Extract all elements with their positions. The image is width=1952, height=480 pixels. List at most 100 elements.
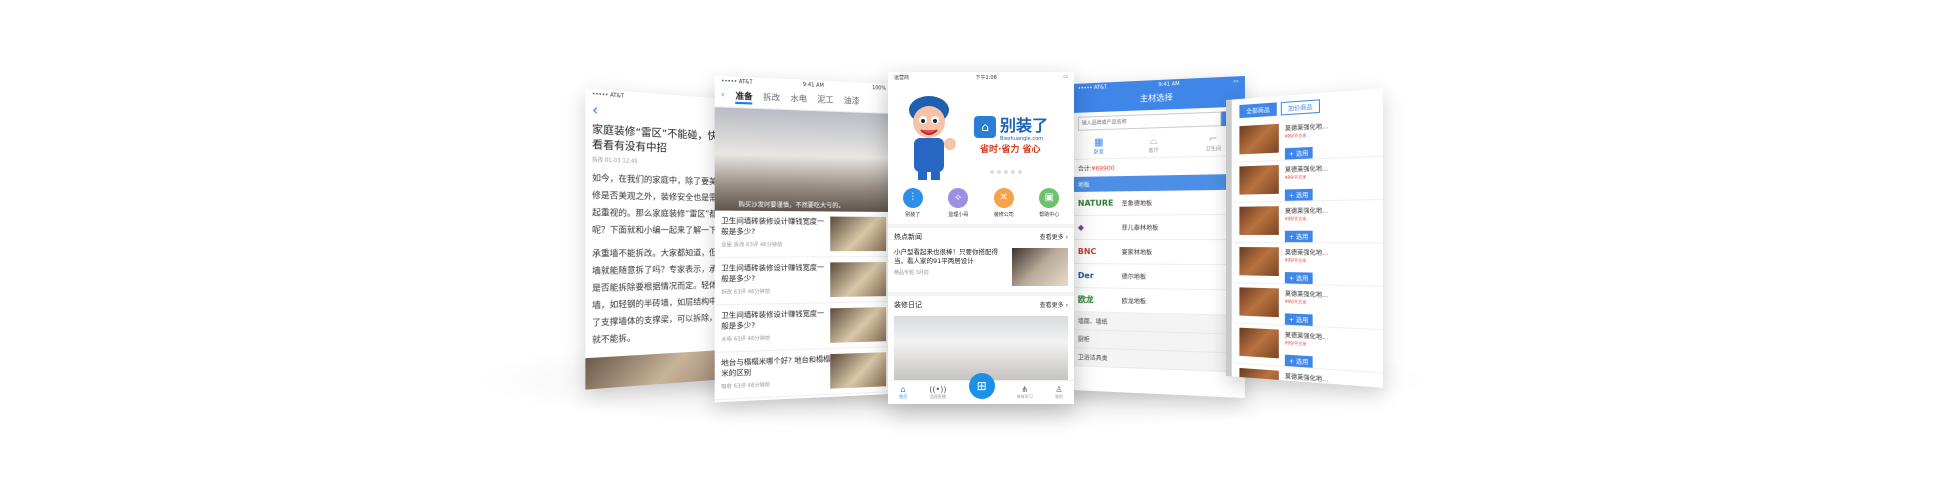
list-item[interactable]: 卫生间墙砖装修设计赚钱宽度一般是多少? 拆改 63评 46分钟前 (714, 257, 892, 306)
nav-live[interactable]: ((•)) 监理直播 (929, 385, 946, 400)
product-price: ¥99/平方米 (1284, 216, 1307, 222)
tools-icon: ✕ (993, 188, 1014, 208)
product-image (1239, 123, 1279, 155)
product-price: ¥99/平方米 (1284, 340, 1307, 347)
select-product-button[interactable]: + 选用 (1284, 146, 1313, 160)
brand-row[interactable]: Der 德尔地板 (1072, 264, 1245, 291)
carousel-dots (990, 170, 1022, 174)
quick-actions: ⫶ 别装了 ⟡ 监理小哥 ✕ 装修公司 ▣ 帮助中心 (888, 182, 1074, 228)
product-item[interactable]: 莫德莱强化地...¥99/平方米+ 选用 (1233, 283, 1383, 331)
view-more-link[interactable]: 查看更多 › (1040, 300, 1068, 310)
article-title: 卫生间墙砖装修设计赚钱宽度一般是多少? (721, 309, 825, 331)
tab-bedroom[interactable]: ▦ 卧室 (1094, 137, 1104, 155)
select-product-button[interactable]: + 选用 (1284, 354, 1313, 368)
tab-demolition[interactable]: 拆改 (763, 91, 780, 105)
search-input[interactable] (1077, 111, 1222, 131)
product-name: 莫德莱强化地... (1284, 165, 1329, 175)
section-title: 装修日记 (894, 301, 922, 309)
chevron-right-icon: › (1065, 302, 1068, 309)
tab-prepare[interactable]: 准备 (735, 90, 753, 105)
diary-image[interactable] (894, 316, 1068, 380)
bottom-nav: ⌂ 首页 ((•)) 监理直播 ⊞ ⋔ 装修学习 ♙ 我的 (888, 372, 1074, 404)
room-label: 卫生间 (1205, 146, 1222, 153)
quick-action-company[interactable]: ✕ 装修公司 (993, 188, 1014, 218)
home-banner[interactable]: ⌂ 别装了 Biezhuangle.com 省时·省力 省心 (888, 82, 1074, 182)
app-showcase: ••••• AT&T ‹ 家庭装修“雷区”不能碰，快来看看有没有中招 拆改 01… (0, 0, 1952, 480)
view-more-link[interactable]: 查看更多 › (1040, 232, 1068, 242)
product-name: 莫德莱强化地... (1284, 207, 1329, 216)
brand-row[interactable]: ◆ 菲儿泰林地板 (1072, 214, 1245, 241)
room-label: 客厅 (1148, 147, 1159, 155)
hero-banner[interactable]: 购买沙发时要谨慎，不然要吃大亏的。 (714, 107, 892, 212)
brand-row[interactable]: NATURE 圣象德地板 (1072, 189, 1245, 216)
grid-icon[interactable]: ⊞ (968, 372, 995, 399)
panel-edge (1226, 99, 1232, 377)
nav-profile[interactable]: ♙ 我的 (1055, 385, 1063, 400)
nav-label: 我的 (1054, 394, 1063, 399)
select-product-button[interactable]: + 选用 (1284, 272, 1313, 285)
list-item[interactable]: 卫生间墙砖装修设计赚钱宽度一般是多少? 全屋 拆改 63评 46分钟前 (714, 210, 892, 258)
list-item[interactable]: 卫生间墙砖装修设计赚钱宽度一般是多少? 水电 63评 46分钟前 (714, 302, 892, 353)
hot-news-header: 热点新闻 查看更多 › (888, 228, 1074, 246)
compass-icon: ⟡ (948, 188, 969, 208)
brand-row[interactable]: BNC 宴家林地板 (1072, 240, 1245, 266)
article-thumbnail (830, 352, 887, 389)
total-value: ¥69900 (1091, 165, 1115, 173)
quick-action-help[interactable]: ▣ 帮助中心 (1039, 188, 1059, 218)
back-chevron-icon[interactable]: ‹ (721, 90, 724, 104)
battery-label: 100% (872, 85, 887, 92)
news-title: 小户型看起来也很棒！只要你搭配得当，看人家的91平两居设计 (894, 248, 998, 265)
nav-learn[interactable]: ⋔ 装修学习 (1017, 385, 1033, 400)
quick-action-label: 监理小哥 (948, 212, 969, 218)
article-meta: 拆改 63评 46分钟前 (721, 288, 771, 296)
product-item[interactable]: 莫德莱强化地...¥99/平方米 + 选用 (1233, 200, 1383, 244)
tab-all-products[interactable]: 全部商品 (1239, 102, 1277, 119)
tab-painting[interactable]: 油漆 (844, 95, 860, 109)
brand-name: 别装了 (1000, 116, 1049, 135)
faucet-icon: ⌐ (1208, 133, 1218, 146)
product-item[interactable]: 莫德莱强化地...¥99/平方米+ 选用 (1233, 113, 1383, 163)
article-thumbnail (830, 216, 887, 252)
diary-header: 装修日记 查看更多 › (888, 296, 1074, 314)
select-product-button[interactable]: + 选用 (1284, 188, 1313, 201)
tab-extra-products[interactable]: 加价商品 (1280, 99, 1320, 116)
list-item[interactable]: 地台与榻榻米哪个好? 地台和榻榻米的区别吸收 63评 46分钟前 (714, 347, 892, 401)
search-bar: ⌕ (1077, 110, 1239, 131)
brand-logo: ⌂ 别装了 Biezhuangle.com (974, 112, 1048, 142)
article-thumbnail (830, 262, 887, 298)
product-image (1239, 327, 1279, 359)
tab-plumbing[interactable]: 水电 (790, 93, 807, 107)
product-name: 莫德莱强化地... (1284, 249, 1329, 257)
status-time: 9:41 AM (802, 81, 824, 89)
tab-masonry[interactable]: 泥工 (817, 94, 833, 108)
product-item[interactable]: 莫德莱强化地...¥99/平方米 + 选用 (1233, 243, 1383, 287)
product-image (1239, 206, 1279, 235)
tab-bathroom[interactable]: ⌐ 卫生间 (1205, 134, 1221, 153)
brand-logo: 欧龙 (1077, 295, 1094, 305)
quick-action-label: 装修公司 (993, 212, 1014, 218)
news-meta: 精品专题 3月前 (894, 270, 929, 276)
nav-label: 装修学习 (1016, 394, 1033, 399)
news-item[interactable]: 小户型看起来也很棒！只要你搭配得当，看人家的91平两居设计精品专题 3月前 (888, 246, 1074, 296)
brand-name: 德尔地板 (1121, 273, 1147, 281)
article-meta: 全屋 拆改 63评 46分钟前 (721, 242, 783, 249)
hero-caption: 购买沙发时要谨慎，不然要吃大亏的。 (738, 201, 845, 210)
quick-action-supervisor[interactable]: ⟡ 监理小哥 (948, 188, 968, 218)
view-more-label: 查看更多 (1039, 234, 1064, 241)
product-image (1239, 164, 1279, 195)
select-product-button[interactable]: + 选用 (1284, 230, 1313, 243)
brand-slogan: 省时·省力 省心 (980, 145, 1041, 155)
total-label: 合计: (1077, 165, 1092, 173)
quick-action-biezhuangle[interactable]: ⫶ 别装了 (902, 188, 923, 218)
brand-name: 圣象德地板 (1121, 200, 1153, 208)
article-meta: 吸收 63评 46分钟前 (721, 382, 771, 391)
tab-living-room[interactable]: ⌓ 客厅 (1149, 135, 1159, 154)
nav-home[interactable]: ⌂ 首页 (899, 385, 907, 400)
brand-name: 菲儿泰林地板 (1121, 224, 1159, 232)
status-time: 下午1:08 (975, 74, 997, 81)
article-title: 地台与榻榻米哪个好? 地台和榻榻米的区别 (721, 355, 831, 378)
article-meta: 水电 63评 46分钟前 (721, 335, 771, 344)
select-product-button[interactable]: + 选用 (1284, 313, 1313, 326)
product-item[interactable]: 莫德莱强化地...¥99/平方米+ 选用 (1233, 156, 1383, 203)
product-price: ¥99/平方米 (1284, 257, 1307, 264)
